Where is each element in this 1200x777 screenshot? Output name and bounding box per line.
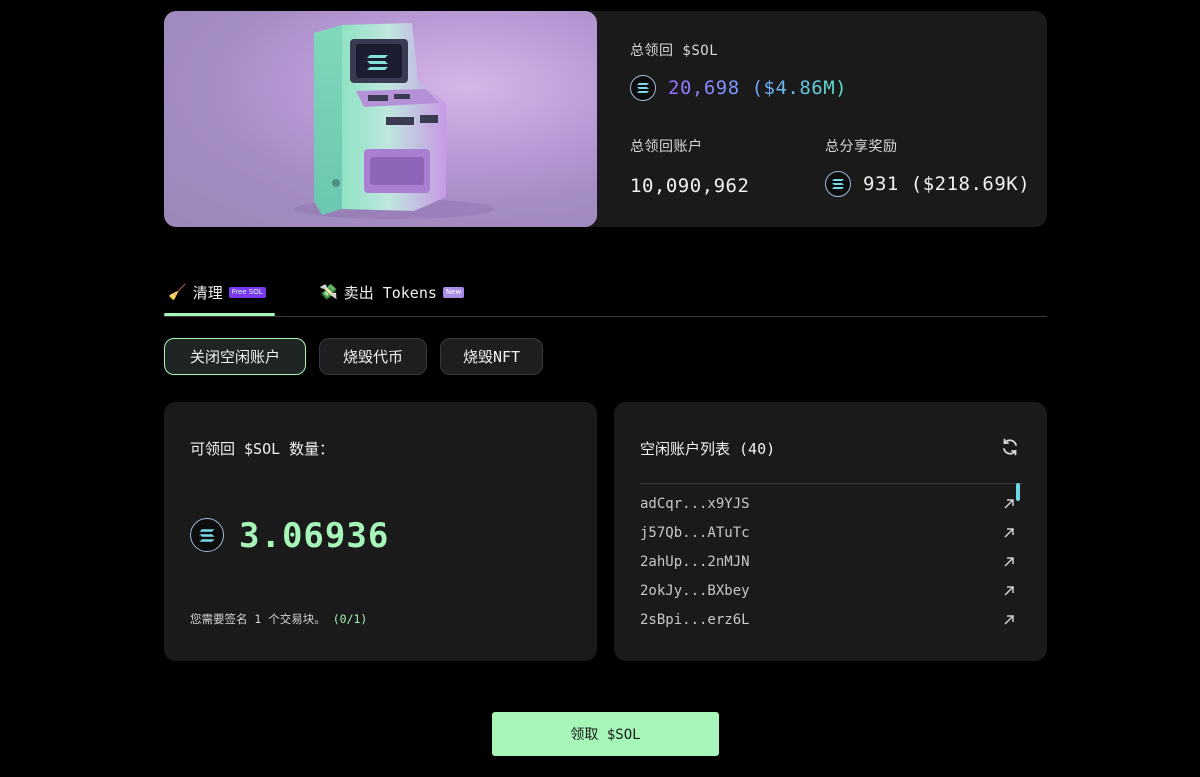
broom-icon: 🧹 [168, 283, 187, 301]
solana-icon [825, 171, 851, 197]
list-item[interactable]: 2ahUp...2nMJN [640, 551, 1016, 573]
list-item[interactable]: adCqr...x9YJS [640, 493, 1016, 515]
tab-clean-label: 清理 [192, 283, 223, 302]
external-link-icon[interactable] [1002, 584, 1016, 598]
scrollbar[interactable] [1016, 483, 1020, 501]
claimable-panel: 可领回 $SOL 数量： 3.06936 您需要签名 1 个交易块。 (0/1) [164, 402, 597, 661]
claimable-label: 可领回 $SOL 数量： [190, 440, 335, 458]
burn-tokens-button[interactable]: 烧毁代币 [319, 338, 427, 375]
sign-hint: 您需要签名 1 个交易块。 (0/1) [190, 611, 367, 627]
account-address: 2okJy...BXbey [640, 583, 750, 599]
external-link-icon[interactable] [1002, 526, 1016, 540]
total-referral-label: 总分享奖励 [825, 139, 898, 155]
sign-hint-text: 您需要签名 1 个交易块。 [190, 612, 326, 626]
list-divider [640, 483, 1023, 484]
external-link-icon[interactable] [1002, 497, 1016, 511]
total-reclaimed-value: 20,698 ($4.86M) [668, 77, 848, 99]
sign-progress: (0/1) [332, 612, 368, 626]
idle-accounts-panel: 空闲账户列表 (40) adCqr...x9YJS j57Qb...ATuTc … [614, 402, 1047, 661]
total-reclaimed: 20,698 ($4.86M) [630, 75, 847, 101]
external-link-icon[interactable] [1002, 613, 1016, 627]
close-idle-accounts-button[interactable]: 关闭空闲账户 [164, 338, 306, 375]
total-reclaimed-label: 总领回 $SOL [630, 43, 719, 59]
account-address: j57Qb...ATuTc [640, 525, 750, 541]
claimable-amount: 3.06936 [239, 516, 390, 556]
free-sol-badge: Free SOL [228, 286, 266, 298]
tab-sell-tokens[interactable]: 💸 卖出 Tokens New [319, 279, 465, 305]
total-accounts-label: 总领回账户 [630, 139, 703, 155]
new-badge: New [442, 286, 465, 298]
claim-sol-button[interactable]: 领取 $SOL [492, 712, 719, 756]
solana-icon [630, 75, 656, 101]
external-link-icon[interactable] [1002, 555, 1016, 569]
refresh-icon[interactable] [998, 435, 1022, 459]
idle-accounts-title: 空闲账户列表 (40) [640, 440, 776, 458]
stats-card: 总领回 $SOL 20,698 ($4.86M) 总领回账户 10,090,96… [164, 11, 1047, 227]
list-item[interactable]: 2sBpi...erz6L [640, 609, 1016, 631]
solana-icon [190, 518, 224, 552]
atm-illustration [164, 11, 597, 227]
account-address: 2sBpi...erz6L [640, 612, 750, 628]
total-referral-value: 931 ($218.69K) [863, 173, 1031, 195]
money-wings-icon: 💸 [319, 283, 338, 301]
list-item[interactable]: j57Qb...ATuTc [640, 522, 1016, 544]
account-address: 2ahUp...2nMJN [640, 554, 750, 570]
account-address: adCqr...x9YJS [640, 496, 750, 512]
list-item[interactable]: 2okJy...BXbey [640, 580, 1016, 602]
burn-nft-button[interactable]: 烧毁NFT [440, 338, 543, 375]
tabs-divider [164, 316, 1047, 317]
tab-sell-tokens-label: 卖出 Tokens [343, 283, 437, 302]
total-accounts-value: 10,090,962 [630, 175, 750, 197]
total-referral: 931 ($218.69K) [825, 171, 1030, 197]
tab-clean[interactable]: 🧹 清理 Free SOL [168, 279, 266, 305]
